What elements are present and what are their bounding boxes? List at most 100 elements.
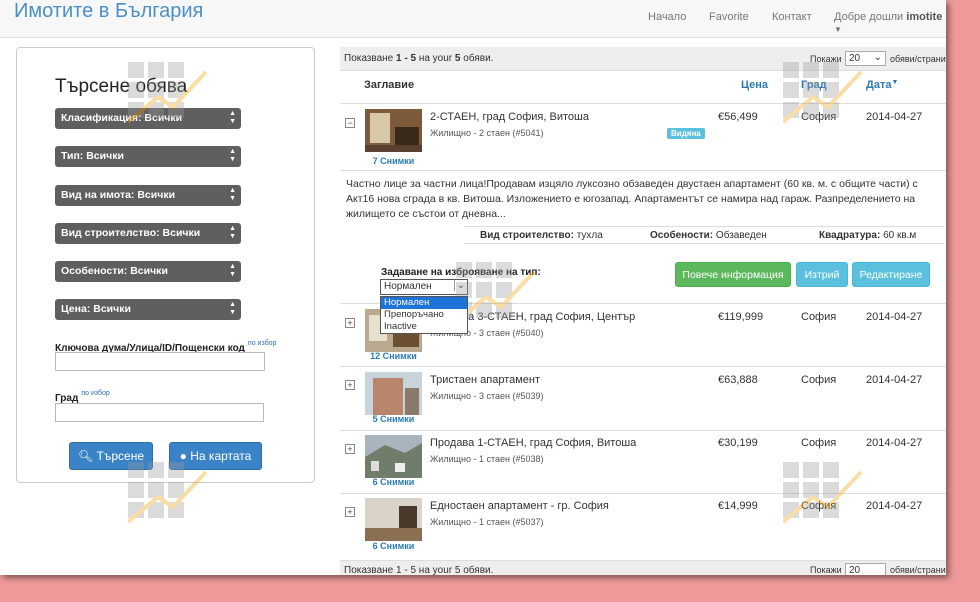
photos-link[interactable]: 6 Снимки bbox=[365, 541, 422, 551]
select-arrows-icon: ▲ ▼ bbox=[229, 187, 236, 202]
construction-detail: Вид строителство: тухла bbox=[480, 230, 603, 241]
listing-city: София bbox=[801, 111, 837, 123]
city-label: Град по избор bbox=[55, 390, 110, 404]
listing-title[interactable]: Тристаен апартамент bbox=[430, 374, 540, 386]
per-page-suffix: обяви/страница bbox=[890, 54, 946, 64]
chevron-down-icon: ⌄ bbox=[453, 280, 465, 291]
user-menu[interactable]: Добре дошли imotite ▼ bbox=[834, 11, 946, 35]
footer-per-page-label: Покажи bbox=[810, 565, 842, 575]
listing-details: Вид строителство: тухла Особености: Обза… bbox=[464, 226, 944, 244]
nav-favorite-link[interactable]: Favorite bbox=[709, 11, 749, 23]
results-header: Показване 1 - 5 на your 5 обяви. Покажи … bbox=[340, 47, 946, 71]
filter-type[interactable]: Тип: Всички ▲ ▼ bbox=[55, 146, 241, 167]
features-label: Особености: bbox=[650, 230, 714, 241]
listing-subtitle: Жилищно - 2 стаен (#5041) bbox=[430, 128, 544, 138]
results-summary: Показване 1 - 5 на your 5 обяви. bbox=[344, 53, 493, 64]
photos-link[interactable]: 5 Снимки bbox=[365, 414, 422, 424]
summary-suffix: обяви. bbox=[463, 53, 494, 64]
divider bbox=[340, 493, 946, 494]
divider bbox=[340, 103, 946, 104]
listing-thumbnail[interactable] bbox=[365, 109, 422, 152]
map-button[interactable]: ● На картата bbox=[169, 442, 262, 470]
expand-toggle[interactable]: + bbox=[345, 318, 355, 328]
select-arrows-icon: ▲ ▼ bbox=[229, 148, 236, 163]
search-button[interactable]: 🔍︎ Търсене bbox=[69, 442, 153, 470]
nav-contact-link[interactable]: Контакт bbox=[772, 11, 812, 23]
listing-type-select[interactable]: Нормален ⌄ bbox=[380, 279, 468, 295]
listing-title[interactable]: Едностаен апартамент - гр. София bbox=[430, 500, 609, 512]
features-value: Обзаведен bbox=[715, 230, 767, 241]
listing-city: София bbox=[801, 437, 837, 449]
search-title: Търсене обява bbox=[55, 76, 188, 97]
brand-logo[interactable]: Имотите в България bbox=[14, 0, 203, 23]
expand-toggle[interactable]: + bbox=[345, 507, 355, 517]
option-inactive[interactable]: Inactive bbox=[381, 321, 467, 333]
summary-range: 1 - 5 bbox=[396, 53, 417, 64]
listing-title[interactable]: Продава 1-СТАЕН, град София, Витоша bbox=[430, 437, 636, 449]
listing-city: София bbox=[801, 311, 837, 323]
listing-subtitle: Жилищно - 3 стаен (#5039) bbox=[430, 391, 544, 401]
select-arrows-icon: ▲ ▼ bbox=[229, 263, 236, 278]
listing-title[interactable]: 2-СТАЕН, град София, Витоша bbox=[430, 111, 589, 123]
listing-subtitle: Жилищно - 1 стаен (#5037) bbox=[430, 517, 544, 527]
results-panel: Показване 1 - 5 на your 5 обяви. Покажи … bbox=[340, 47, 946, 575]
listing-subtitle: Жилищно - 1 стаен (#5038) bbox=[430, 454, 544, 464]
column-price[interactable]: Цена bbox=[741, 79, 768, 91]
map-marker-icon: ● bbox=[179, 449, 187, 463]
listing-date: 2014-04-27 bbox=[866, 374, 923, 386]
expand-toggle[interactable]: + bbox=[345, 444, 355, 454]
more-info-button[interactable]: Повече информация bbox=[675, 262, 791, 287]
photos-link[interactable]: 7 Снимки bbox=[365, 156, 422, 166]
select-arrows-icon: ▲ ▼ bbox=[229, 110, 236, 125]
area-detail: Квадратура: 60 кв.м bbox=[819, 230, 916, 241]
listing-type-label: Задаване на изброяване на тип: bbox=[381, 267, 541, 278]
expand-toggle[interactable]: + bbox=[345, 380, 355, 390]
filter-label: Вид строителство: Всички bbox=[61, 227, 201, 239]
listing-thumbnail[interactable] bbox=[365, 435, 422, 478]
footer-per-page-suffix: обяви/страница bbox=[890, 565, 946, 575]
listing-price: €63,888 bbox=[718, 374, 758, 386]
nav-home-link[interactable]: Начало bbox=[648, 11, 686, 23]
username: imotite bbox=[906, 11, 943, 23]
collapse-toggle[interactable]: − bbox=[345, 118, 355, 128]
search-panel: Търсене обява Класификация: Всички ▲ ▼ Тип… bbox=[16, 47, 315, 483]
column-city[interactable]: Град bbox=[801, 79, 827, 91]
per-page-select[interactable]: 20 ⌄ bbox=[845, 51, 886, 66]
photos-link[interactable]: 6 Снимки bbox=[365, 477, 422, 487]
divider bbox=[340, 430, 946, 431]
filter-classification[interactable]: Класификация: Всички ▲ ▼ bbox=[55, 108, 241, 129]
filter-property-kind[interactable]: Вид на имота: Всички ▲ ▼ bbox=[55, 185, 241, 206]
filter-price[interactable]: Цена: Всички ▲ ▼ bbox=[55, 299, 241, 320]
filter-features[interactable]: Особености: Всички ▲ ▼ bbox=[55, 261, 241, 282]
column-title: Заглавие bbox=[364, 79, 415, 91]
listing-date: 2014-04-27 bbox=[866, 437, 923, 449]
navbar: Имотите в България Начало Favorite Конта… bbox=[0, 0, 946, 38]
option-recommended[interactable]: Препоръчано bbox=[381, 309, 467, 321]
keyword-input[interactable] bbox=[55, 352, 265, 371]
room-photo bbox=[365, 498, 422, 541]
listing-price: €56,499 bbox=[718, 111, 758, 123]
listing-type-value: Нормален bbox=[384, 281, 432, 292]
edit-button[interactable]: Редактиране bbox=[852, 262, 930, 287]
listing-description: Частно лице за частни лица!Продавам изця… bbox=[346, 178, 918, 220]
listing-thumbnail[interactable] bbox=[365, 498, 422, 541]
listing-type-options: Нормален Препоръчано Inactive bbox=[380, 296, 468, 334]
listing-thumbnail[interactable] bbox=[365, 372, 422, 415]
caret-down-icon: ▼ bbox=[834, 25, 842, 34]
option-normal[interactable]: Нормален bbox=[381, 297, 467, 309]
summary-total: 5 bbox=[454, 53, 461, 64]
map-button-label: На картата bbox=[190, 449, 252, 463]
filter-construction[interactable]: Вид строителство: Всички ▲ ▼ bbox=[55, 223, 241, 244]
listing-city: София bbox=[801, 500, 837, 512]
footer-per-page-select[interactable]: 20 bbox=[845, 563, 886, 575]
photos-link[interactable]: 12 Снимки bbox=[365, 351, 422, 361]
listing-date: 2014-04-27 bbox=[866, 111, 923, 123]
delete-button[interactable]: Изтрий bbox=[796, 262, 848, 287]
app-window: Имотите в България Начало Favorite Конта… bbox=[0, 0, 946, 575]
sort-icon: ▼ bbox=[891, 79, 899, 86]
divider bbox=[340, 170, 946, 171]
column-date-label: Дата bbox=[866, 79, 892, 91]
listing-date: 2014-04-27 bbox=[866, 500, 923, 512]
city-input[interactable] bbox=[55, 403, 264, 422]
column-date[interactable]: Дата▼ bbox=[866, 79, 898, 91]
